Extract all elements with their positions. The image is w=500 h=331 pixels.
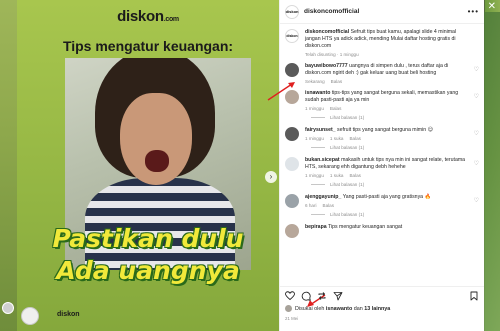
comment-text: Tips mengatur keuangan sangat: [327, 224, 403, 230]
comment-likes[interactable]: 1 suka: [330, 173, 344, 178]
post-headline: Tips mengatur keuangan:: [62, 38, 234, 54]
likes-summary[interactable]: Disukai oleh isnawanto dan 13 lainnya: [285, 305, 390, 312]
comment-username[interactable]: fairysunset_: [305, 127, 336, 133]
repost-icon[interactable]: [317, 291, 327, 301]
comment-row: bepirapa Tips mengatur keuangan sangat: [285, 224, 479, 238]
view-replies-link[interactable]: Lihat balasan (1): [311, 212, 479, 217]
close-icon[interactable]: ✕: [488, 2, 496, 12]
post-brand-logo: diskon.com: [117, 8, 179, 25]
comment-time: 1 minggu: [305, 173, 324, 178]
reply-button[interactable]: Balas: [323, 203, 335, 208]
author-username[interactable]: diskoncomofficial: [304, 8, 468, 15]
liker-avatar: [285, 305, 292, 312]
like-comment-heart-icon[interactable]: ♡: [474, 130, 479, 137]
comment-time: 1 minggu: [305, 106, 324, 111]
comment-time: 6 hari: [305, 203, 317, 208]
comment-username[interactable]: isnawanto: [305, 90, 330, 96]
caption-row: diskon diskoncomofficial Sefruit tips bu…: [285, 29, 479, 57]
post-caption-line1: Pastikan dulu: [52, 224, 244, 253]
commenter-avatar[interactable]: [285, 63, 299, 77]
comment-username[interactable]: ajenggayunip_: [305, 194, 341, 200]
bookmark-icon[interactable]: [469, 291, 479, 301]
replies-line: [311, 214, 325, 215]
commenter-avatar[interactable]: [285, 224, 299, 238]
comment-row: bayuwibowo7777 uangnya di simpen dulu , …: [285, 63, 479, 84]
post-image: diskon.com Tips mengatur keuangan: Pasti…: [17, 0, 279, 331]
comment-row: isnawanto tips-tips yang sangat berguna …: [285, 90, 479, 111]
comment-time: 1 minggu: [305, 136, 324, 141]
comment-row: fairysunset_ sefruit tips yang sangat be…: [285, 127, 479, 141]
background-feed-post-right: [484, 12, 500, 331]
post-modal: diskon.com Tips mengatur keuangan: Pasti…: [17, 0, 484, 331]
commenter-avatar[interactable]: [285, 157, 299, 171]
like-heart-icon[interactable]: [285, 290, 295, 301]
comment-time: Sekarang: [305, 79, 325, 84]
caption-avatar[interactable]: diskon: [285, 29, 299, 43]
post-header: diskon diskoncomofficial •••: [280, 0, 484, 24]
view-replies-link[interactable]: Lihat balasan (1): [311, 115, 479, 120]
comment-text: Yang pasti-pasti aja yang gratisnya 🔥: [342, 194, 431, 200]
background-avatar: [2, 302, 14, 314]
comment-row: bukan.sicepat makasih untuk tips nya min…: [285, 157, 479, 178]
author-avatar[interactable]: diskon: [285, 4, 299, 19]
comments-panel: diskon diskoncomofficial ••• diskon disk…: [267, 0, 484, 331]
comment-icon[interactable]: [301, 291, 311, 301]
caption-meta: Telah disunting · 1 minggu: [305, 52, 359, 57]
share-icon[interactable]: [333, 291, 343, 301]
commenter-avatar[interactable]: [285, 194, 299, 208]
view-replies-link[interactable]: Lihat balasan (1): [311, 145, 479, 150]
background-feed-post-left: [0, 0, 17, 331]
photo-mouth: [145, 150, 169, 172]
post-caption-line2: Ada uangnya: [56, 256, 240, 285]
post-footer: diskon: [17, 305, 279, 327]
comment-likes[interactable]: 1 suka: [330, 136, 344, 141]
caption-username[interactable]: diskoncomofficial: [305, 29, 349, 35]
reply-button[interactable]: Balas: [331, 79, 343, 84]
view-replies-link[interactable]: Lihat balasan (1): [311, 182, 479, 187]
reply-button[interactable]: Balas: [330, 106, 342, 111]
like-comment-heart-icon[interactable]: ♡: [474, 66, 479, 73]
like-comment-heart-icon[interactable]: ♡: [474, 197, 479, 204]
comment-list[interactable]: diskon diskoncomofficial Sefruit tips bu…: [280, 25, 484, 283]
replies-line: [311, 184, 325, 185]
action-bar: [280, 286, 484, 304]
like-comment-heart-icon[interactable]: ♡: [474, 160, 479, 167]
commenter-avatar[interactable]: [285, 127, 299, 141]
comment-username[interactable]: bepirapa: [305, 224, 327, 230]
replies-line: [311, 147, 325, 148]
next-slide-icon[interactable]: ›: [265, 171, 277, 183]
comment-username[interactable]: bayuwibowo7777: [305, 63, 348, 69]
post-date: 21 Mei: [285, 316, 299, 321]
more-options-icon[interactable]: •••: [468, 7, 479, 16]
reply-button[interactable]: Balas: [349, 136, 361, 141]
comment-username[interactable]: bukan.sicepat: [305, 157, 340, 163]
footer-avatar: [21, 307, 39, 325]
footer-brand: diskon: [57, 311, 80, 318]
comment-row: ajenggayunip_ Yang pasti-pasti aja yang …: [285, 194, 479, 208]
comment-text: sefruit tips yang sangat berguna mimin 😊: [337, 127, 433, 133]
replies-line: [311, 117, 325, 118]
reply-button[interactable]: Balas: [349, 173, 361, 178]
annotation-arrow-comment: [267, 82, 295, 101]
like-comment-heart-icon[interactable]: ♡: [474, 93, 479, 100]
